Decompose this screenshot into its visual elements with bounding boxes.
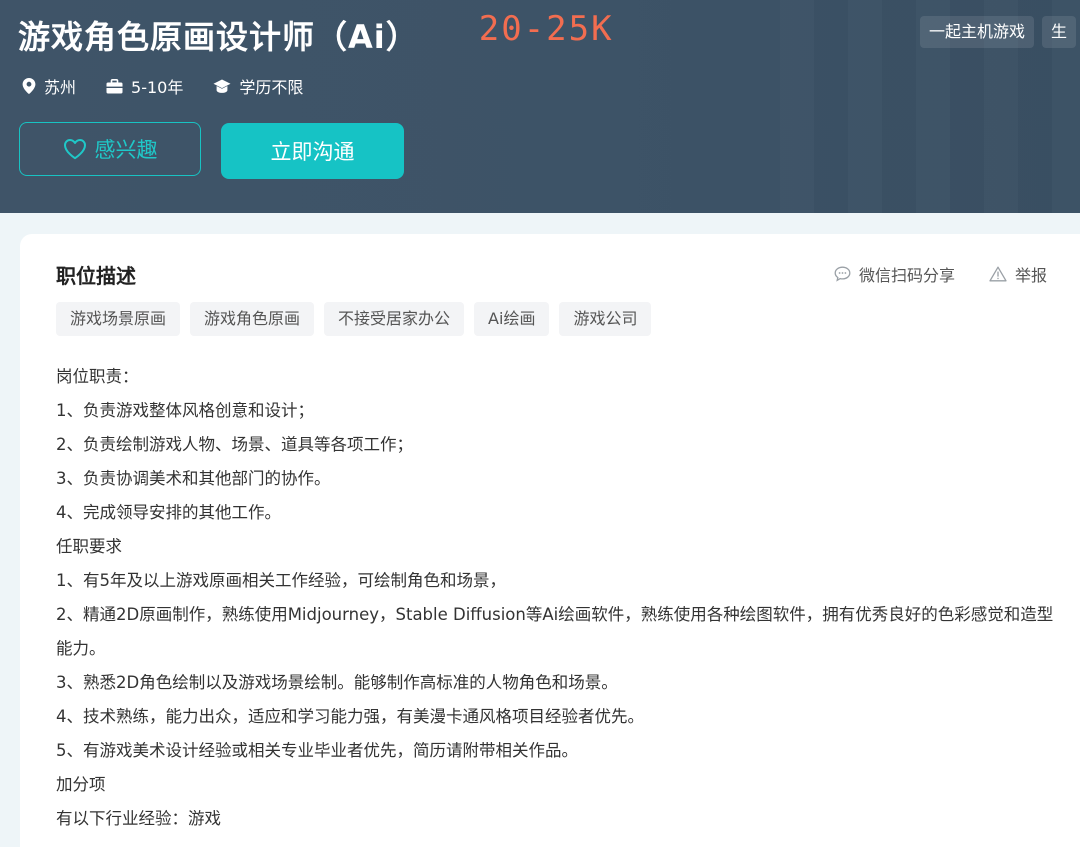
job-tag: 游戏角色原画 — [190, 302, 315, 336]
report-label: 举报 — [1015, 266, 1048, 285]
meta-education: 学历不限 — [213, 74, 303, 98]
meta-location: 苏州 — [22, 74, 76, 98]
job-tags: 游戏场景原画 游戏角色原画 不接受居家办公 Ai绘画 游戏公司 — [56, 302, 652, 336]
description-line: 加分项 — [56, 775, 106, 794]
description-line: 1、负责游戏整体风格创意和设计； — [56, 401, 314, 420]
location-text: 苏州 — [44, 78, 77, 97]
job-tag: 游戏公司 — [559, 302, 652, 336]
experience-text: 5-10年 — [131, 78, 184, 97]
description-line: 3、熟悉2D角色绘制以及游戏场景绘制。能够制作高标准的人物角色和场景。 — [56, 673, 618, 692]
meta-experience: 5-10年 — [106, 74, 183, 98]
interest-label: 感兴趣 — [94, 138, 158, 162]
warning-icon — [989, 266, 1007, 282]
job-meta: 苏州 5-10年 学历不限 — [22, 74, 333, 98]
chat-now-label: 立即沟通 — [270, 140, 355, 164]
description-line: 1、有5年及以上游戏原画相关工作经验，可绘制角色和场景， — [56, 571, 506, 590]
job-tag: 游戏场景原画 — [56, 302, 181, 336]
interest-button[interactable]: 感兴趣 — [19, 122, 201, 176]
wechat-share-label: 微信扫码分享 — [859, 266, 956, 285]
description-line: 2、精通2D原画制作，熟练使用Midjourney，Stable Diffusi… — [56, 605, 1054, 658]
title-row: 游戏角色原画设计师（Ai） 20-25K — [18, 9, 614, 60]
action-buttons: 感兴趣 立即沟通 — [19, 122, 404, 179]
salary: 20-25K — [478, 9, 614, 49]
report-button[interactable]: 举报 — [989, 262, 1047, 286]
education-text: 学历不限 — [239, 78, 304, 97]
description-line: 3、负责协调美术和其他部门的协作。 — [56, 469, 331, 488]
description-line: 4、技术熟练，能力出众，适应和学习能力强，有美漫卡通风格项目经验者优先。 — [56, 707, 644, 726]
description-line: 任职要求 — [56, 537, 122, 556]
description-line: 有以下行业经验：游戏 — [56, 809, 221, 828]
job-detail-page: 游戏角色原画设计师（Ai） 20-25K 一起主机游戏 生 苏州 5-10年 学… — [0, 0, 1080, 847]
briefcase-icon — [106, 78, 123, 93]
description-line: 4、完成领导安排的其他工作。 — [56, 503, 281, 522]
section-title: 职位描述 — [56, 264, 136, 288]
heart-icon — [63, 139, 86, 160]
job-header: 游戏角色原画设计师（Ai） 20-25K 一起主机游戏 生 苏州 5-10年 学… — [0, 0, 1080, 213]
job-title: 游戏角色原画设计师（Ai） — [18, 18, 419, 56]
chat-now-button[interactable]: 立即沟通 — [221, 123, 404, 179]
job-description: 岗位职责： 1、负责游戏整体风格创意和设计； 2、负责绘制游戏人物、场景、道具等… — [56, 360, 1066, 836]
wechat-share-button[interactable]: 微信扫码分享 — [834, 262, 955, 286]
graduation-cap-icon — [213, 79, 231, 93]
chat-bubble-icon — [834, 266, 851, 282]
job-tag: 不接受居家办公 — [324, 302, 465, 336]
job-tag: Ai绘画 — [474, 302, 550, 336]
company-tag[interactable]: 一起主机游戏 — [920, 16, 1035, 48]
card-actions: 微信扫码分享 举报 — [834, 262, 1047, 286]
location-pin-icon — [22, 78, 36, 94]
description-line: 5、有游戏美术设计经验或相关专业毕业者优先，简历请附带相关作品。 — [56, 741, 578, 760]
description-line: 2、负责绘制游戏人物、场景、道具等各项工作； — [56, 435, 413, 454]
description-line: 岗位职责： — [56, 367, 139, 386]
company-tags: 一起主机游戏 生 — [920, 16, 1077, 48]
company-tag[interactable]: 生 — [1042, 16, 1077, 48]
job-description-card: 职位描述 微信扫码分享 举报 游戏场景原画 游戏角色原画 不接受居家办公 Ai绘… — [20, 234, 1080, 847]
